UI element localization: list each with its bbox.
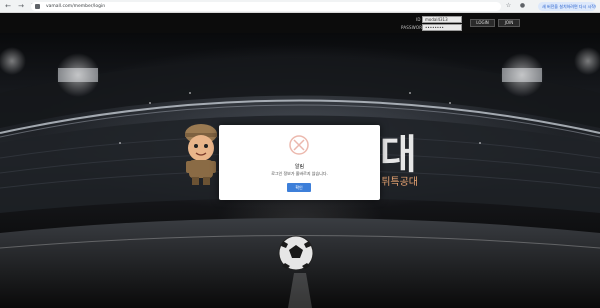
confirm-button[interactable]: 확인: [287, 183, 311, 192]
logo-main-right: 대: [380, 132, 417, 178]
soccer-ball-icon: [278, 235, 314, 271]
update-button[interactable]: 새 버전을 설치하려면 다시 시작하세요: [538, 2, 596, 11]
id-label: ID: [416, 17, 421, 22]
modal-title: 알림: [294, 164, 305, 170]
star-icon[interactable]: ☆: [505, 2, 512, 10]
modal-message: 로그인 정보가 올바르지 않습니다.: [271, 171, 328, 176]
back-icon[interactable]: ←: [3, 1, 13, 11]
login-button[interactable]: LOGIN: [470, 19, 495, 27]
forward-icon[interactable]: →: [16, 1, 26, 11]
browser-toolbar: ← → ↻ vamall.com/member/login ☆ ● 새 버전을 …: [0, 0, 600, 13]
site-header: ID modal4313 PASSWORD •••••••• LOGIN JOI…: [0, 13, 600, 33]
url-text: vamall.com/member/login: [46, 4, 106, 9]
address-bar[interactable]: vamall.com/member/login: [31, 2, 501, 11]
soldier-mascot-icon: [185, 124, 217, 185]
alert-modal: 알림 로그인 정보가 올바르지 않습니다. 확인: [219, 125, 380, 200]
join-button[interactable]: JOIN: [498, 19, 520, 27]
lock-icon: [35, 4, 40, 9]
password-input[interactable]: ••••••••: [422, 24, 462, 31]
id-input[interactable]: modal4313: [422, 16, 462, 23]
account-icon[interactable]: ●: [519, 2, 526, 10]
